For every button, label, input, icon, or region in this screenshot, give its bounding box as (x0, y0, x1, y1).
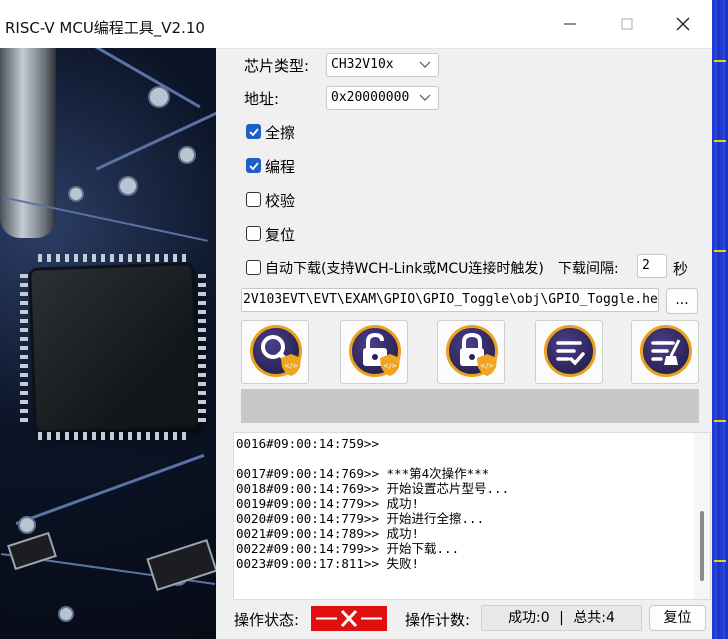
success-count: 成功:0 (508, 610, 550, 626)
hex-file-path-input[interactable]: 2V103EVT\EVT\EXAM\GPIO\GPIO_Toggle\obj\G… (241, 288, 659, 312)
program-checkbox[interactable] (246, 158, 261, 173)
log-line: 0022#09:00:14:799>> 开始下载... (236, 541, 460, 556)
log-line: 0017#09:00:14:769>> ***第4次操作*** (236, 466, 490, 481)
title-bar: RISC-V MCU编程工具_V2.10 (0, 0, 712, 49)
shield-badge-icon: </> (477, 354, 497, 376)
minimize-icon (564, 23, 576, 25)
auto-download-checkbox[interactable] (246, 260, 261, 275)
mcu-chip-graphic (31, 265, 197, 431)
operation-status-label: 操作状态: (234, 611, 300, 629)
window-title: RISC-V MCU编程工具_V2.10 (5, 19, 205, 37)
checkmark-icon (249, 128, 259, 137)
reset-checkbox[interactable] (246, 226, 261, 241)
program-list-icon (544, 325, 596, 377)
interval-unit-label: 秒 (673, 260, 689, 278)
erase-all-label: 全擦 (265, 124, 296, 142)
address-label: 地址: (244, 90, 280, 108)
circuit-board-image (0, 48, 216, 639)
minimize-button[interactable] (544, 8, 600, 40)
operation-count-display: 成功:0 | 总共:4 (481, 605, 642, 631)
address-select[interactable]: 0x20000000 (326, 86, 439, 110)
protect-button[interactable]: </> (437, 320, 505, 384)
svg-text:</>: </> (284, 362, 298, 370)
reset-count-button[interactable]: 复位 (649, 605, 706, 631)
chip-type-select[interactable]: CH32V10x (326, 53, 439, 77)
log-line: 0023#09:00:17:811>> 失败! (236, 556, 420, 571)
address-value: 0x20000000 (331, 90, 410, 105)
chip-type-label: 芯片类型: (244, 57, 310, 75)
reset-label: 复位 (265, 226, 296, 244)
detect-chip-button[interactable]: </> (241, 320, 309, 384)
log-line: 0021#09:00:14:789>> 成功! (236, 526, 420, 541)
log-line: 0016#09:00:14:759>> (236, 436, 379, 451)
close-icon (676, 17, 690, 31)
program-download-button[interactable] (535, 320, 603, 384)
download-interval-label: 下载间隔: (558, 261, 619, 277)
fail-x-icon (316, 609, 382, 628)
log-line: 0018#09:00:14:769>> 开始设置芯片型号... (236, 481, 510, 496)
total-count: 总共:4 (573, 610, 615, 626)
program-label: 编程 (265, 158, 296, 176)
shield-badge-icon: </> (281, 354, 301, 376)
progress-bar (241, 389, 699, 423)
maximize-icon (621, 18, 633, 30)
log-scrollbar[interactable] (694, 433, 710, 599)
operation-count-label: 操作计数: (405, 611, 471, 629)
erase-all-checkbox[interactable] (246, 124, 261, 139)
chevron-down-icon (419, 61, 431, 68)
svg-text:</>: </> (383, 362, 397, 370)
desktop-background (712, 0, 728, 639)
chevron-down-icon (419, 94, 431, 101)
checkmark-icon (249, 162, 259, 171)
capacitor-graphic (0, 48, 56, 238)
chip-type-value: CH32V10x (331, 57, 394, 72)
svg-text:</>: </> (480, 362, 494, 370)
operation-log[interactable]: 0016#09:00:14:759>> 0017#09:00:14:769>> … (233, 432, 711, 600)
maximize-button[interactable] (600, 8, 656, 40)
unprotect-button[interactable]: </> (340, 320, 408, 384)
verify-checkbox[interactable] (246, 192, 261, 207)
shield-badge-icon: </> (380, 354, 400, 376)
log-scroll-thumb[interactable] (700, 511, 704, 581)
app-window: RISC-V MCU编程工具_V2.10 芯片类型: CH32V10x 地址: … (0, 0, 712, 639)
log-line: 0020#09:00:14:779>> 开始进行全擦... (236, 511, 485, 526)
download-interval-input[interactable]: 2 (637, 254, 667, 278)
close-button[interactable] (656, 8, 712, 40)
erase-chip-button[interactable] (631, 320, 699, 384)
status-indicator (311, 606, 387, 631)
browse-file-button[interactable]: ... (666, 288, 698, 314)
count-separator: | (559, 610, 564, 626)
erase-broom-icon (640, 325, 692, 377)
log-line: 0019#09:00:14:779>> 成功! (236, 496, 420, 511)
verify-label: 校验 (265, 192, 296, 210)
auto-download-label: 自动下载(支持WCH-Link或MCU连接时触发) (265, 261, 544, 277)
